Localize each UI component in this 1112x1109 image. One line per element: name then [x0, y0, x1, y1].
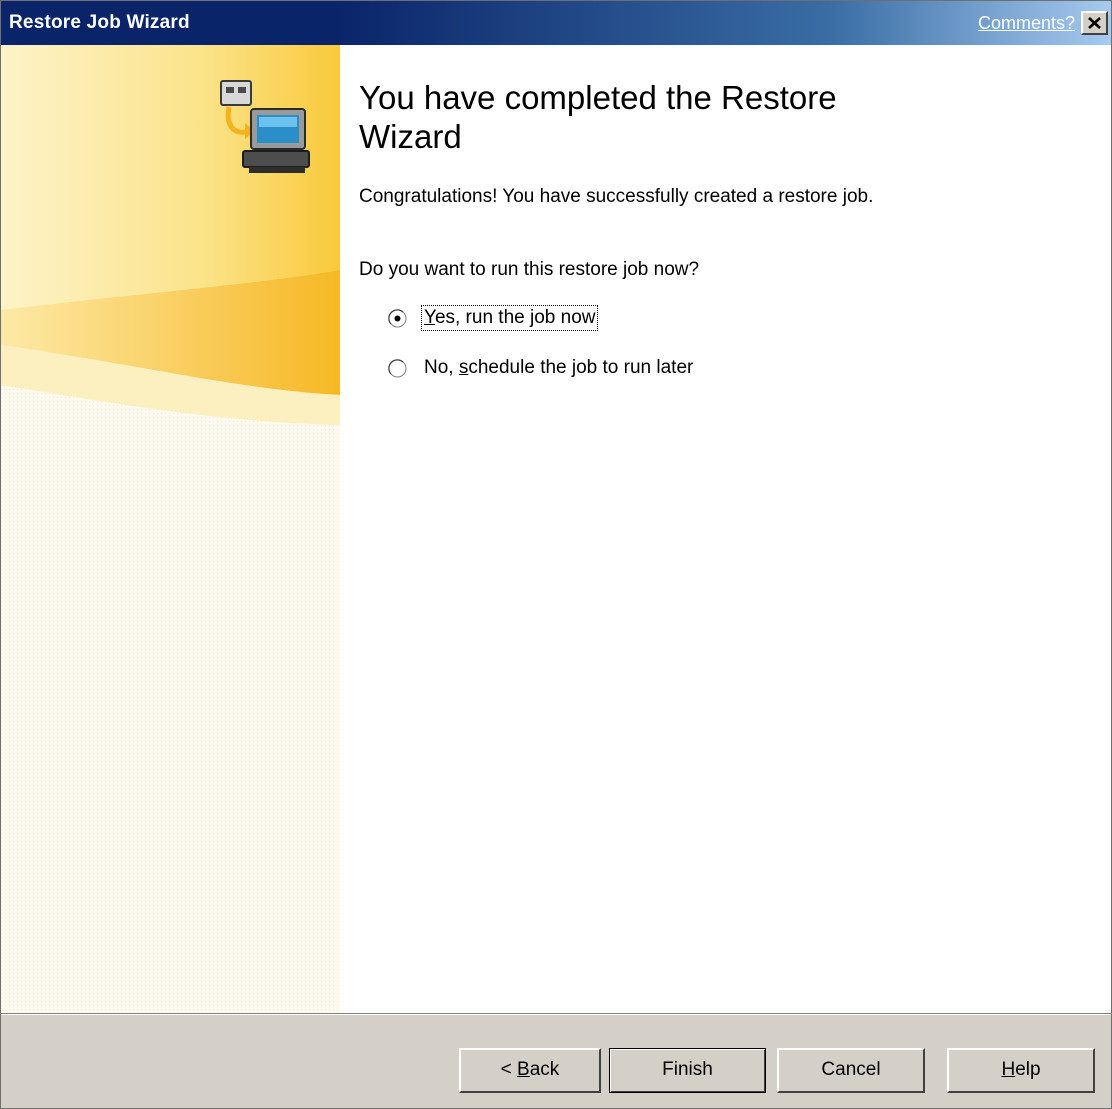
radio-run-now-label[interactable]: Yes, run the job now: [420, 305, 599, 331]
congratulations-text: Congratulations! You have successfully c…: [359, 186, 874, 207]
radio-schedule-later-label[interactable]: No, schedule the job to run later: [422, 356, 695, 380]
cancel-button[interactable]: Cancel: [777, 1048, 925, 1093]
close-button[interactable]: [1081, 11, 1108, 35]
side-panel-decoration: [1, 45, 340, 1013]
page-title: You have completed the Restore Wizard: [359, 79, 837, 155]
wizard-side-panel: [1, 45, 340, 1013]
radio-run-now[interactable]: Yes, run the job now: [388, 304, 599, 332]
radio-schedule-later[interactable]: No, schedule the job to run later: [388, 354, 695, 382]
finish-button[interactable]: Finish: [609, 1048, 766, 1093]
help-button[interactable]: Help: [947, 1048, 1095, 1093]
comments-link[interactable]: Comments?: [978, 13, 1075, 34]
button-bar: < Back Finish Cancel Help: [1, 1015, 1111, 1108]
back-button[interactable]: < Back: [459, 1048, 601, 1093]
close-icon: [1088, 17, 1101, 29]
restore-computer-icon: [220, 80, 310, 173]
run-now-question: Do you want to run this restore job now?: [359, 259, 700, 280]
title-bar[interactable]: Restore Job Wizard Comments?: [1, 1, 1111, 45]
window-title: Restore Job Wizard: [9, 12, 190, 33]
wizard-content: You have completed the Restore Wizard Co…: [340, 45, 1111, 1013]
radio-selected-icon[interactable]: [388, 308, 407, 328]
restore-job-wizard-window: Restore Job Wizard Comments? You have co…: [0, 0, 1112, 1109]
radio-unselected-icon[interactable]: [388, 358, 407, 378]
